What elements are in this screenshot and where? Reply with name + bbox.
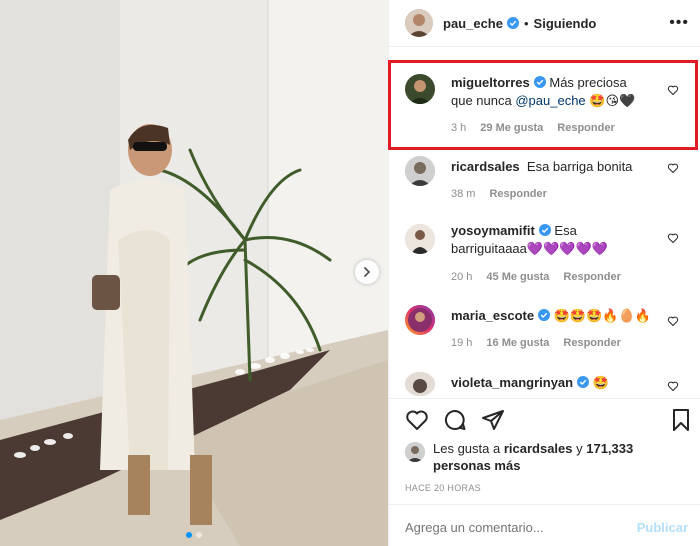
like-heart-icon[interactable]	[405, 408, 429, 432]
carousel-dots	[0, 532, 388, 538]
comment-meta: 38 m Responder	[451, 188, 547, 200]
verified-icon	[538, 309, 551, 321]
carousel-next-button[interactable]	[355, 260, 379, 284]
comment-username[interactable]: violeta_mangrinyan	[451, 375, 573, 390]
reply-button[interactable]: Responder	[489, 188, 546, 200]
verified-icon	[538, 224, 551, 236]
comment-likes[interactable]: 16 Me gusta	[486, 337, 549, 349]
post-panel: pau_eche • Siguiendo ••• migueltorres Má…	[388, 0, 700, 546]
comment-username[interactable]: ricardsales	[451, 159, 520, 174]
likes-middle: y	[572, 441, 587, 456]
mention-link[interactable]: @pau_eche	[515, 93, 585, 108]
comment-text: yosoymamifit Esa barriguitaaaa💜💜💜💜💜	[451, 222, 651, 258]
follow-status-button[interactable]: Siguiendo	[534, 16, 597, 31]
comment-username[interactable]: migueltorres	[451, 75, 530, 90]
comment-meta: 19 h 16 Me gusta Responder	[451, 337, 621, 349]
action-bar	[403, 408, 693, 434]
more-options-icon[interactable]: •••	[669, 14, 689, 32]
carousel-dot-active	[186, 532, 192, 538]
avatar[interactable]	[405, 372, 435, 396]
comment-username[interactable]: yosoymamifit	[451, 223, 535, 238]
comment-meta: 20 h 45 Me gusta Responder	[451, 271, 621, 283]
comment-box-divider	[389, 504, 700, 505]
reply-button[interactable]: Responder	[557, 122, 614, 134]
heart-icon[interactable]	[667, 84, 679, 96]
publish-button[interactable]: Publicar	[637, 520, 688, 535]
comment-likes[interactable]: 29 Me gusta	[480, 122, 543, 134]
comment-username[interactable]: maria_escote	[451, 308, 534, 323]
comment-emojis: 🤩🤩🤩🔥🥚🔥	[553, 308, 651, 323]
comment-text: maria_escote 🤩🤩🤩🔥🥚🔥	[451, 307, 651, 325]
chevron-right-icon	[364, 267, 371, 277]
carousel-dot	[196, 532, 202, 538]
comment-likes[interactable]: 45 Me gusta	[486, 271, 549, 283]
heart-icon[interactable]	[667, 315, 679, 327]
comment-icon[interactable]	[443, 408, 467, 432]
heart-icon[interactable]	[667, 380, 679, 392]
comment-time: 38 m	[451, 188, 476, 200]
comment-text: violeta_mangrinyan 🤩	[451, 374, 651, 392]
likes-text: Les gusta a ricardsales y 171,333 person…	[433, 440, 673, 474]
verified-icon	[533, 76, 546, 88]
comment-text: migueltorres Más preciosa que nunca @pau…	[451, 74, 651, 110]
likes-count-link[interactable]: 171,333	[586, 441, 633, 456]
separator-dot: •	[523, 15, 529, 31]
reply-button[interactable]: Responder	[563, 337, 620, 349]
likes-user-link[interactable]: ricardsales	[504, 441, 573, 456]
share-icon[interactable]	[481, 408, 505, 432]
actions-divider	[389, 398, 700, 399]
avatar[interactable]	[405, 74, 435, 104]
likes-prefix: Les gusta a	[433, 441, 504, 456]
post-timestamp[interactable]: HACE 20 HORAS	[405, 483, 481, 493]
reply-button[interactable]: Responder	[563, 271, 620, 283]
comment-time: 3 h	[451, 122, 467, 134]
post-username[interactable]: pau_eche	[443, 16, 503, 31]
post-image	[0, 0, 388, 546]
comment-text: ricardsales Esa barriga bonita	[451, 158, 651, 176]
avatar[interactable]	[405, 442, 425, 462]
comment-emojis: 💜💜💜💜💜	[526, 241, 608, 256]
verified-icon	[577, 376, 590, 388]
avatar[interactable]	[405, 305, 435, 335]
comment-emojis: 🤩	[592, 375, 609, 390]
post-header: pau_eche • Siguiendo •••	[389, 0, 700, 46]
heart-icon[interactable]	[667, 162, 679, 174]
post-photo	[0, 0, 388, 546]
avatar[interactable]	[405, 224, 435, 254]
comment-time: 19 h	[451, 337, 473, 349]
comment-emojis: 🤩😘🖤	[589, 93, 636, 108]
comment-body: Esa barriga bonita	[526, 159, 633, 174]
verified-icon	[506, 17, 519, 29]
comment-meta: 3 h 29 Me gusta Responder	[451, 122, 615, 134]
likes-suffix[interactable]: personas más	[433, 458, 520, 473]
comment-time: 20 h	[451, 271, 473, 283]
add-comment-input[interactable]	[405, 520, 615, 535]
avatar[interactable]	[405, 9, 433, 37]
header-divider	[389, 46, 700, 47]
heart-icon[interactable]	[667, 232, 679, 244]
avatar[interactable]	[405, 156, 435, 186]
bookmark-icon[interactable]	[669, 408, 693, 432]
